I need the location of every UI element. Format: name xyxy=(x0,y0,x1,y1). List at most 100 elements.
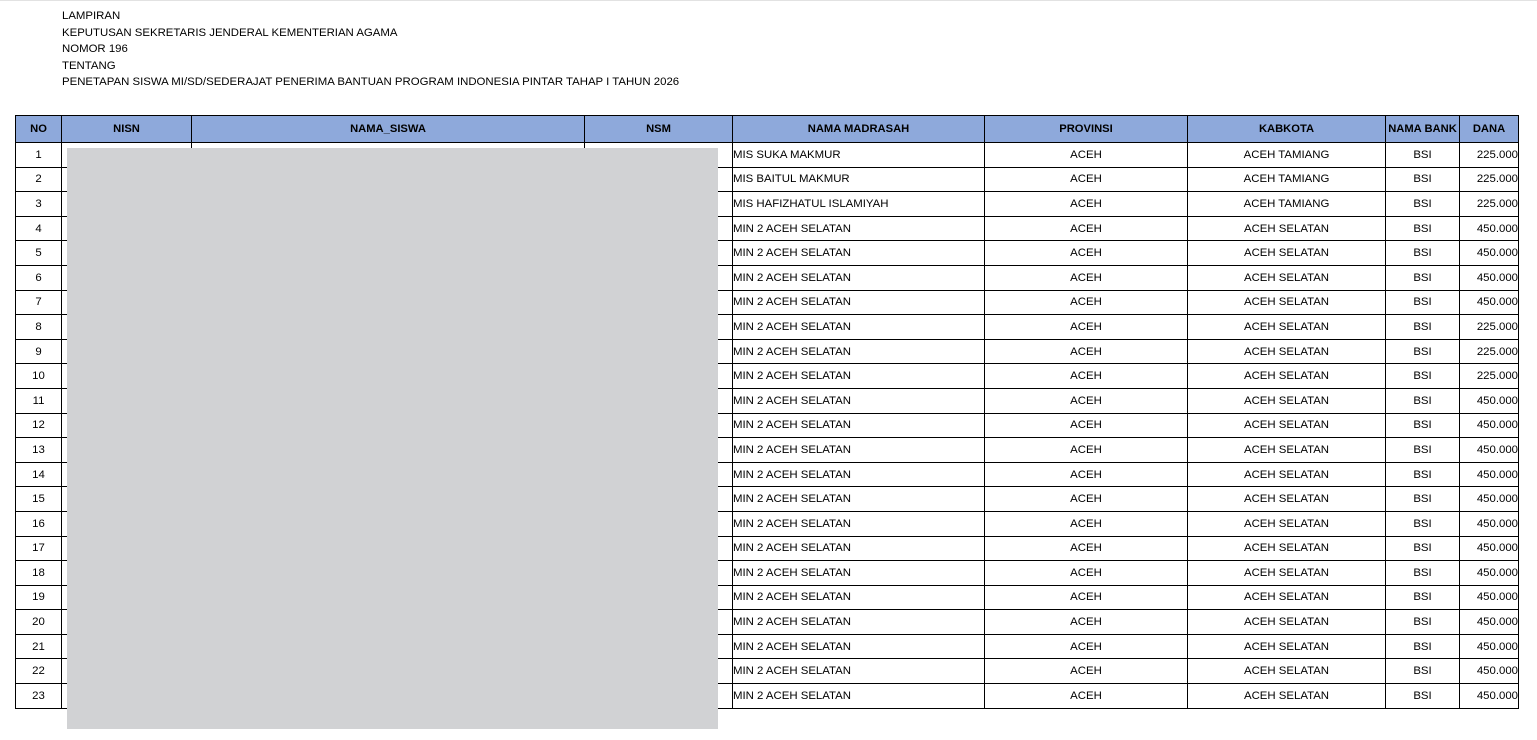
cell-no: 7 xyxy=(15,289,62,316)
cell-kabkota: ACEH SELATAN xyxy=(1187,510,1386,537)
cell-nama-bank: BSI xyxy=(1385,437,1460,463)
cell-kabkota: ACEH SELATAN xyxy=(1187,486,1386,512)
cell-nama-madrasah: MIN 2 ACEH SELATAN xyxy=(732,338,985,365)
cell-provinsi: ACEH xyxy=(984,412,1188,439)
cell-dana: 450.000 xyxy=(1459,683,1519,709)
col-header-nama-siswa: NAMA_SISWA xyxy=(191,115,585,143)
cell-dana: 225.000 xyxy=(1459,191,1519,217)
cell-dana: 450.000 xyxy=(1459,535,1519,562)
cell-dana: 450.000 xyxy=(1459,387,1519,414)
cell-nama-madrasah: MIN 2 ACEH SELATAN xyxy=(732,633,985,660)
cell-dana: 450.000 xyxy=(1459,658,1519,685)
cell-no: 16 xyxy=(15,510,62,537)
cell-dana: 450.000 xyxy=(1459,609,1519,635)
col-header-kabkota: KABKOTA xyxy=(1187,115,1386,143)
redaction-block xyxy=(67,148,718,729)
cell-no: 5 xyxy=(15,240,62,266)
cell-no: 12 xyxy=(15,412,62,439)
cell-no: 20 xyxy=(15,609,62,635)
col-header-provinsi: PROVINSI xyxy=(984,115,1188,143)
cell-no: 15 xyxy=(15,486,62,512)
cell-kabkota: ACEH SELATAN xyxy=(1187,633,1386,660)
cell-provinsi: ACEH xyxy=(984,658,1188,685)
cell-nama-bank: BSI xyxy=(1385,363,1460,389)
header-line-nomor: NOMOR 196 xyxy=(62,43,128,56)
table-header-row: NO NISN NAMA_SISWA NSM NAMA MADRASAH PRO… xyxy=(15,115,1519,143)
cell-dana: 450.000 xyxy=(1459,264,1519,291)
cell-nama-bank: BSI xyxy=(1385,683,1460,709)
cell-kabkota: ACEH SELATAN xyxy=(1187,264,1386,291)
cell-provinsi: ACEH xyxy=(984,289,1188,316)
cell-kabkota: ACEH SELATAN xyxy=(1187,338,1386,365)
cell-nama-madrasah: MIN 2 ACEH SELATAN xyxy=(732,683,985,709)
cell-no: 3 xyxy=(15,191,62,217)
cell-provinsi: ACEH xyxy=(984,166,1188,193)
page-cutoff xyxy=(15,736,1518,740)
cell-nama-madrasah: MIN 2 ACEH SELATAN xyxy=(732,215,985,242)
cell-nama-madrasah: MIN 2 ACEH SELATAN xyxy=(732,461,985,488)
cell-kabkota: ACEH SELATAN xyxy=(1187,461,1386,488)
cell-dana: 225.000 xyxy=(1459,166,1519,193)
cell-dana: 450.000 xyxy=(1459,437,1519,463)
header-line-lampiran: LAMPIRAN xyxy=(62,10,121,22)
cell-nama-madrasah: MIN 2 ACEH SELATAN xyxy=(732,560,985,586)
cell-nama-madrasah: MIN 2 ACEH SELATAN xyxy=(732,584,985,611)
cell-provinsi: ACEH xyxy=(984,584,1188,611)
cell-nama-bank: BSI xyxy=(1385,658,1460,685)
cell-dana: 450.000 xyxy=(1459,461,1519,488)
cell-kabkota: ACEH SELATAN xyxy=(1187,289,1386,316)
cell-no: 4 xyxy=(15,215,62,242)
cell-kabkota: ACEH SELATAN xyxy=(1187,584,1386,611)
cell-no: 21 xyxy=(15,633,62,660)
cell-nama-madrasah: MIN 2 ACEH SELATAN xyxy=(732,486,985,512)
cell-provinsi: ACEH xyxy=(984,191,1188,217)
cell-no: 19 xyxy=(15,584,62,611)
cell-kabkota: ACEH SELATAN xyxy=(1187,387,1386,414)
cell-provinsi: ACEH xyxy=(984,215,1188,242)
cell-dana: 225.000 xyxy=(1459,363,1519,389)
col-header-no: NO xyxy=(15,115,62,143)
cell-nama-madrasah: MIN 2 ACEH SELATAN xyxy=(732,412,985,439)
cell-nama-bank: BSI xyxy=(1385,191,1460,217)
cell-provinsi: ACEH xyxy=(984,338,1188,365)
cell-nama-madrasah: MIN 2 ACEH SELATAN xyxy=(732,510,985,537)
cell-provinsi: ACEH xyxy=(984,387,1188,414)
cell-provinsi: ACEH xyxy=(984,486,1188,512)
cell-nama-bank: BSI xyxy=(1385,338,1460,365)
cell-provinsi: ACEH xyxy=(984,461,1188,488)
cell-no: 8 xyxy=(15,314,62,340)
cell-provinsi: ACEH xyxy=(984,510,1188,537)
cell-provinsi: ACEH xyxy=(984,142,1188,168)
cell-provinsi: ACEH xyxy=(984,633,1188,660)
cell-no: 11 xyxy=(15,387,62,414)
col-header-nsm: NSM xyxy=(584,115,733,143)
cell-provinsi: ACEH xyxy=(984,560,1188,586)
cell-nama-madrasah: MIN 2 ACEH SELATAN xyxy=(732,437,985,463)
cell-nama-bank: BSI xyxy=(1385,461,1460,488)
cell-no: 14 xyxy=(15,461,62,488)
cell-kabkota: ACEH TAMIANG xyxy=(1187,191,1386,217)
cell-nama-bank: BSI xyxy=(1385,289,1460,316)
cell-no: 9 xyxy=(15,338,62,365)
col-header-nisn: NISN xyxy=(61,115,192,143)
cell-nama-bank: BSI xyxy=(1385,240,1460,266)
cell-provinsi: ACEH xyxy=(984,609,1188,635)
cell-nama-bank: BSI xyxy=(1385,560,1460,586)
cell-nama-madrasah: MIN 2 ACEH SELATAN xyxy=(732,387,985,414)
cell-provinsi: ACEH xyxy=(984,314,1188,340)
cell-nama-bank: BSI xyxy=(1385,486,1460,512)
header-line-keputusan: KEPUTUSAN SEKRETARIS JENDERAL KEMENTERIA… xyxy=(62,26,398,39)
cell-nama-madrasah: MIN 2 ACEH SELATAN xyxy=(732,609,985,635)
cell-no: 13 xyxy=(15,437,62,463)
cell-kabkota: ACEH SELATAN xyxy=(1187,240,1386,266)
cell-kabkota: ACEH TAMIANG xyxy=(1187,142,1386,168)
cell-nama-bank: BSI xyxy=(1385,142,1460,168)
cell-kabkota: ACEH SELATAN xyxy=(1187,683,1386,709)
cell-nama-madrasah: MIN 2 ACEH SELATAN xyxy=(732,535,985,562)
cell-dana: 450.000 xyxy=(1459,486,1519,512)
header-line-tentang: TENTANG xyxy=(62,59,116,72)
cell-no: 1 xyxy=(15,142,62,168)
cell-nama-bank: BSI xyxy=(1385,264,1460,291)
cell-nama-madrasah: MIN 2 ACEH SELATAN xyxy=(732,240,985,266)
cell-no: 22 xyxy=(15,658,62,685)
